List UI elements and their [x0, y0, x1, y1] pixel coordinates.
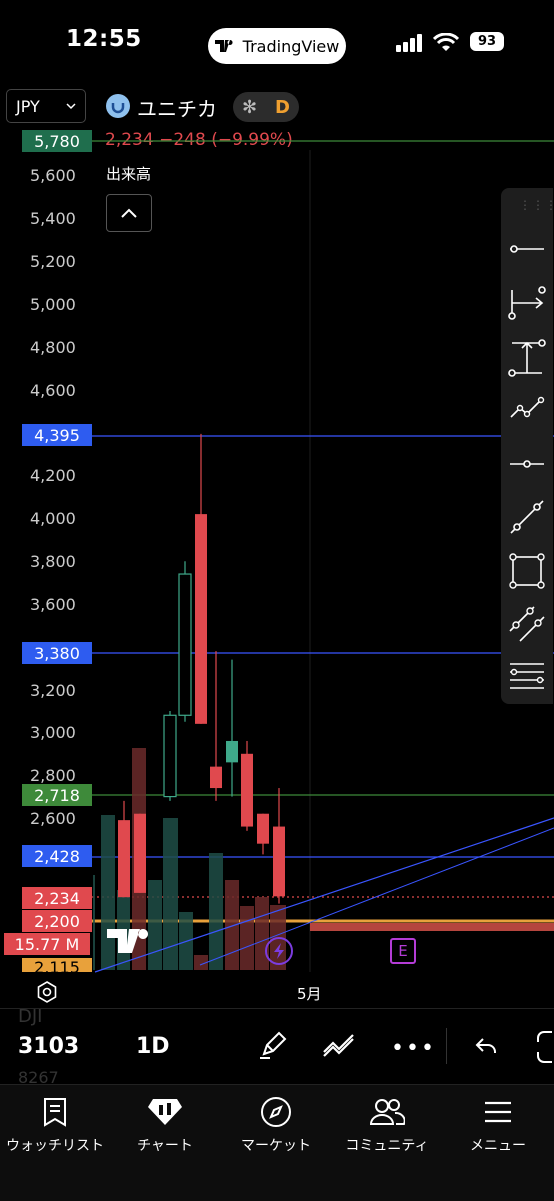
price-tick: 3,800: [30, 552, 76, 571]
draw-pen-icon[interactable]: [258, 1030, 288, 1064]
news-flash-icon[interactable]: [265, 937, 293, 965]
price-tick: 3,600: [30, 595, 76, 614]
nav-markets[interactable]: マーケット: [221, 1095, 331, 1155]
watchlist-icon: [0, 1095, 110, 1129]
volume-bar: [240, 906, 254, 970]
volume-bar: [93, 875, 95, 970]
candle-body: [178, 573, 192, 716]
nav-label: メニュー: [470, 1138, 526, 1154]
price-tick: 5,600: [30, 166, 76, 185]
nav-label: チャート: [137, 1138, 193, 1154]
price-label: 2,200: [22, 910, 92, 932]
more-icon[interactable]: •••: [391, 1036, 436, 1061]
divider: [0, 1008, 554, 1009]
price-label: 2,718: [22, 784, 92, 806]
candle-body: [134, 813, 146, 893]
drag-handle-icon[interactable]: ⋮⋮⋮: [519, 198, 554, 212]
nav-chart[interactable]: チャート: [110, 1095, 220, 1155]
trendline-icon[interactable]: [508, 230, 546, 268]
interval-button[interactable]: 1D: [136, 1034, 170, 1059]
menu-icon: [443, 1095, 553, 1129]
candle-body: [210, 766, 222, 789]
candle-body: [226, 740, 238, 763]
tradingview-watermark-icon: [105, 925, 157, 955]
price-label: 2,115: [22, 958, 92, 972]
price-tick: 2,600: [30, 809, 76, 828]
price-tick: 4,000: [30, 509, 76, 528]
volume-bar: [209, 853, 223, 970]
fib-lines-icon[interactable]: [508, 658, 546, 696]
nav-watchlist[interactable]: ウォッチリスト: [0, 1095, 110, 1155]
price-label: 2,428: [22, 845, 92, 867]
price-tick: 4,200: [30, 466, 76, 485]
price-range-icon[interactable]: [508, 339, 546, 377]
horizontal-ray-icon[interactable]: [508, 445, 546, 483]
price-tick: 3,200: [30, 681, 76, 700]
fullscreen-icon[interactable]: [536, 1030, 554, 1068]
price-label: 2,234: [22, 887, 92, 909]
ticker-code[interactable]: 3103: [18, 1034, 79, 1059]
candle-body: [163, 714, 177, 798]
divider: [446, 1028, 447, 1064]
undo-icon[interactable]: [474, 1034, 498, 1062]
x-axis-label: 5月: [297, 985, 322, 1003]
nav-label: コミュニティ: [345, 1138, 429, 1154]
nav-label: ウォッチリスト: [6, 1138, 104, 1154]
compass-icon: [221, 1095, 331, 1129]
rectangle-icon[interactable]: [508, 552, 546, 590]
price-tick: 3,000: [30, 723, 76, 742]
price-tick: 5,400: [30, 209, 76, 228]
candle-body: [241, 753, 253, 827]
bottom-nav: ウォッチリスト チャート マーケット コミュニティ メニュー: [0, 1084, 554, 1201]
price-label: 15.77 M: [4, 933, 90, 955]
nav-community[interactable]: コミュニティ: [332, 1095, 442, 1155]
price-tick: 2,800: [30, 766, 76, 785]
price-tick: 4,800: [30, 338, 76, 357]
ray-icon[interactable]: [508, 498, 546, 536]
earnings-badge[interactable]: E: [390, 938, 416, 964]
price-tick: 4,600: [30, 381, 76, 400]
position-band: [310, 923, 554, 931]
ticker-prev[interactable]: DJI: [18, 1006, 42, 1027]
price-label: 3,380: [22, 642, 92, 664]
nav-label: マーケット: [241, 1138, 311, 1154]
chart-nav-icon: [110, 1095, 220, 1129]
candle-body: [257, 813, 269, 844]
candle-body: [273, 826, 285, 897]
date-range-icon[interactable]: [508, 284, 546, 322]
parallel-channel-icon[interactable]: [508, 605, 546, 643]
nav-menu[interactable]: メニュー: [443, 1095, 553, 1155]
path-icon[interactable]: [508, 390, 546, 428]
candle-body: [195, 514, 207, 724]
price-tick: 5,000: [30, 295, 76, 314]
settings-hex-icon[interactable]: [35, 980, 59, 1008]
price-tick: 5,200: [30, 252, 76, 271]
candle-body: [118, 820, 130, 898]
community-icon: [332, 1095, 442, 1129]
indicators-icon[interactable]: [322, 1032, 358, 1062]
price-label: 5,780: [22, 130, 92, 152]
price-label: 4,395: [22, 424, 92, 446]
